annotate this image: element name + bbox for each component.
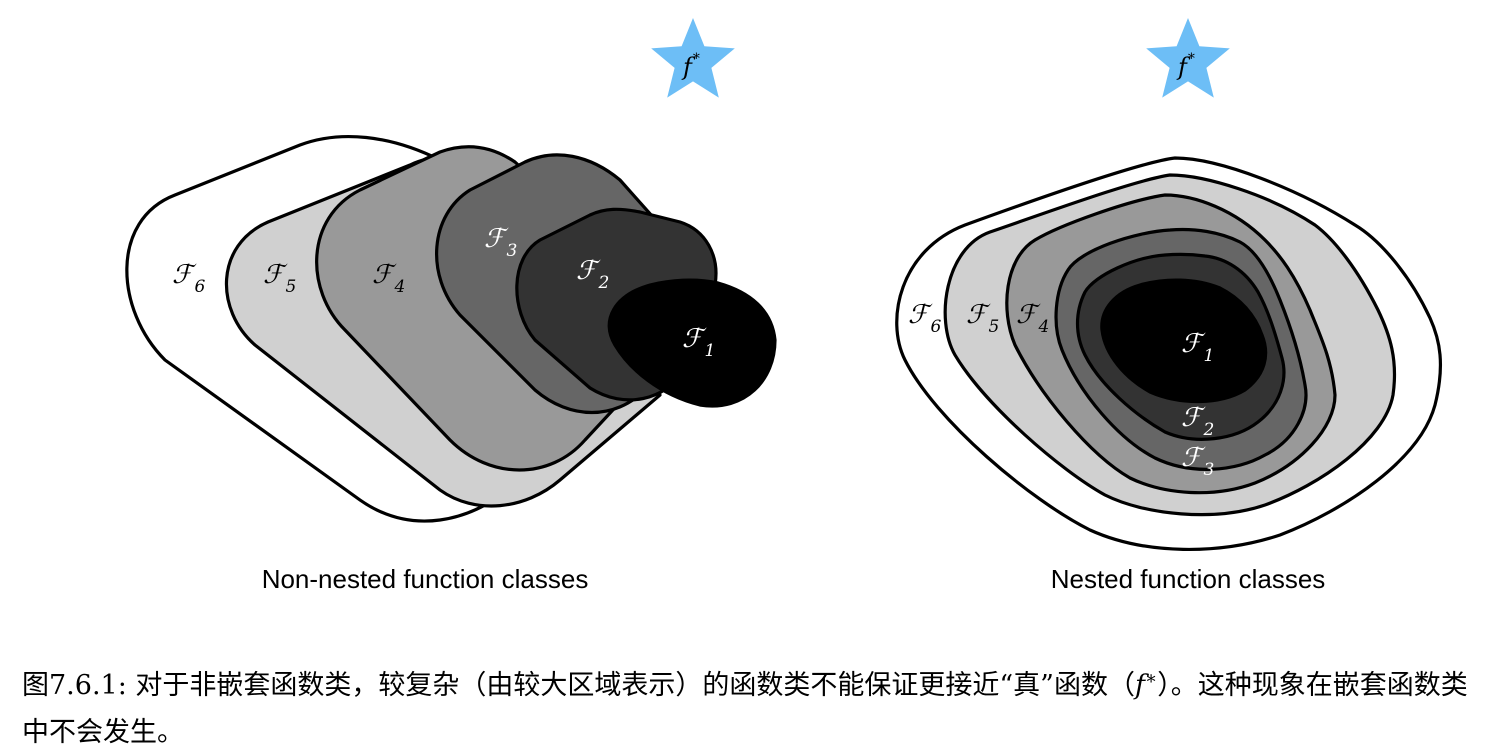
caption-math-symbol: f: [1134, 670, 1145, 701]
non-nested-panel: ℱ6 ℱ5 ℱ4 ℱ3 ℱ2 ℱ1 f* Non-nested function…: [125, 18, 777, 594]
left-panel-title: Non-nested function classes: [262, 564, 589, 594]
right-panel-title: Nested function classes: [1051, 564, 1326, 594]
nested-panel: ℱ6 ℱ5 ℱ4 ℱ3 ℱ2 ℱ1 f* Nested function cla…: [895, 18, 1443, 594]
function-classes-diagram: ℱ6 ℱ5 ℱ4 ℱ3 ℱ2 ℱ1 f* Non-nested function…: [125, 18, 1443, 594]
figure-caption: 图7.6.1: 对于非嵌套函数类，较复杂（由较大区域表示）的函数类不能保证更接近…: [22, 655, 1477, 756]
right-target-star: f*: [1146, 18, 1230, 98]
caption-prefix: 图7.6.1: 对于非嵌套函数类，较复杂（由较大区域表示）的函数类不能保证更接近…: [22, 670, 1135, 701]
left-target-star: f*: [651, 18, 735, 98]
caption-math-sup: ∗: [1144, 668, 1158, 689]
